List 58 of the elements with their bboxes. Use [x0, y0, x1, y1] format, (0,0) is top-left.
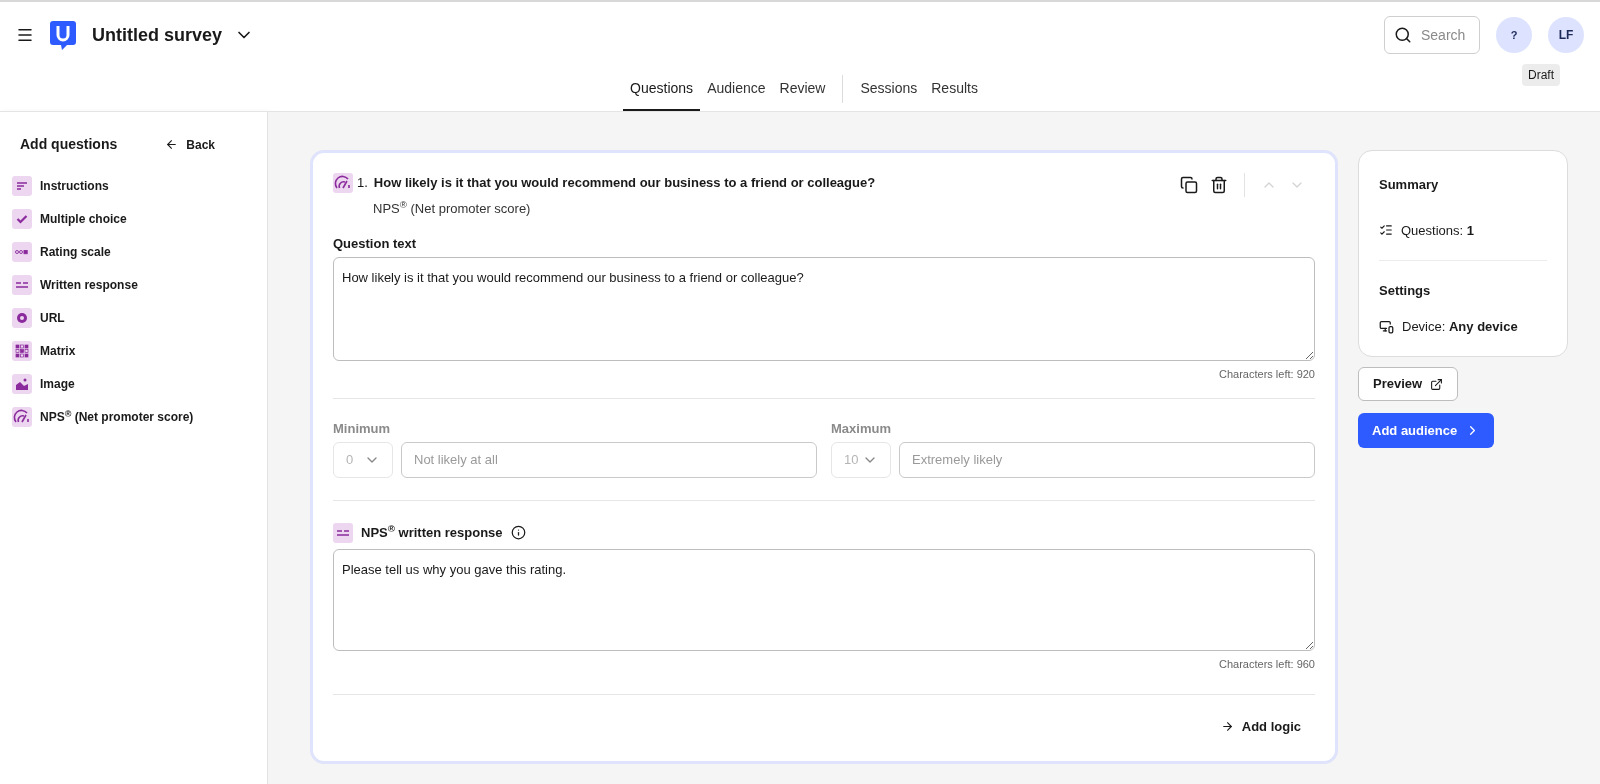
sidebar-title: Add questions [20, 135, 118, 154]
nav-tab[interactable]: Audience [700, 74, 773, 111]
landscape-icon [12, 374, 32, 394]
status-badge: Draft [1522, 64, 1560, 86]
questions-count-text: Questions: 1 [1401, 221, 1474, 240]
field-label: Minimum [333, 420, 392, 438]
written-lines-icon [12, 275, 32, 295]
menu-icon[interactable] [16, 26, 34, 44]
question-type-item[interactable]: Image [12, 373, 255, 395]
arrow-left-icon [165, 138, 179, 151]
question-type-item[interactable]: NPS$^{®}$ (Net promoter score) [12, 406, 255, 428]
user-avatar[interactable]: LF [1548, 17, 1584, 53]
written-lines-icon [333, 522, 353, 543]
characters-left-text: Characters left: 960 [1219, 656, 1315, 672]
nav-tab[interactable]: Review [772, 74, 833, 111]
gauge-icon [12, 407, 32, 427]
help-button[interactable]: ? [1496, 17, 1532, 53]
search-field[interactable]: Search [1384, 16, 1480, 54]
add-audience-button[interactable]: Add audience [1358, 413, 1495, 448]
back-button[interactable]: Back [165, 135, 215, 154]
search-icon [1394, 26, 1412, 44]
info-icon[interactable] [510, 525, 526, 540]
nav-tab[interactable]: Results [924, 74, 985, 111]
characters-left-text: Characters left: 920 [1219, 366, 1315, 382]
checkmark-icon [12, 209, 32, 229]
device-setting-text: Device: Any device [1402, 317, 1518, 336]
written-response-input[interactable]: Please tell us why you gave this rating. [333, 548, 1315, 651]
question-type-item[interactable]: Rating scale [12, 241, 255, 263]
dots-scale-icon [12, 242, 32, 262]
summary-title: Summary [1379, 176, 1440, 194]
globe-icon [12, 308, 32, 328]
field-label: Question text [333, 235, 418, 253]
question-number: 1. [357, 174, 368, 192]
settings-title: Settings [1379, 282, 1432, 300]
gauge-icon [333, 173, 353, 193]
duplicate-icon[interactable] [1180, 176, 1198, 194]
question-text-input[interactable]: How likely is it that you would recommend our business to a friend or colleague? [333, 256, 1315, 361]
add-logic-button[interactable]: Add logic [1220, 717, 1301, 737]
preview-button[interactable]: Preview [1358, 367, 1459, 401]
question-type-item[interactable]: Written response [12, 274, 255, 296]
nav-tab[interactable]: Sessions [853, 74, 925, 111]
arrow-right-icon [1220, 720, 1234, 734]
question-type-label: NPS$^{®}$ (Net promoter score) [373, 198, 532, 218]
text-lines-icon [12, 176, 32, 196]
question-type-item[interactable]: URL [12, 307, 255, 329]
question-type-item[interactable]: Instructions [12, 175, 255, 197]
question-type-item[interactable]: Matrix [12, 340, 255, 362]
logo-icon [50, 20, 76, 50]
devices-icon [1379, 318, 1394, 334]
question-title: How likely is it that you would recommend our business to a friend or colleague? [373, 174, 876, 192]
field-label: NPS$^{®}$ written response [361, 522, 503, 542]
trash-icon[interactable] [1210, 176, 1228, 194]
survey-title: Untitled survey [92, 23, 223, 47]
field-label: Maximum [831, 420, 892, 438]
question-type-item[interactable]: Multiple choice [12, 208, 255, 230]
checklist-icon [1379, 223, 1393, 238]
external-link-icon [1430, 377, 1444, 391]
grid-icon [12, 341, 32, 361]
